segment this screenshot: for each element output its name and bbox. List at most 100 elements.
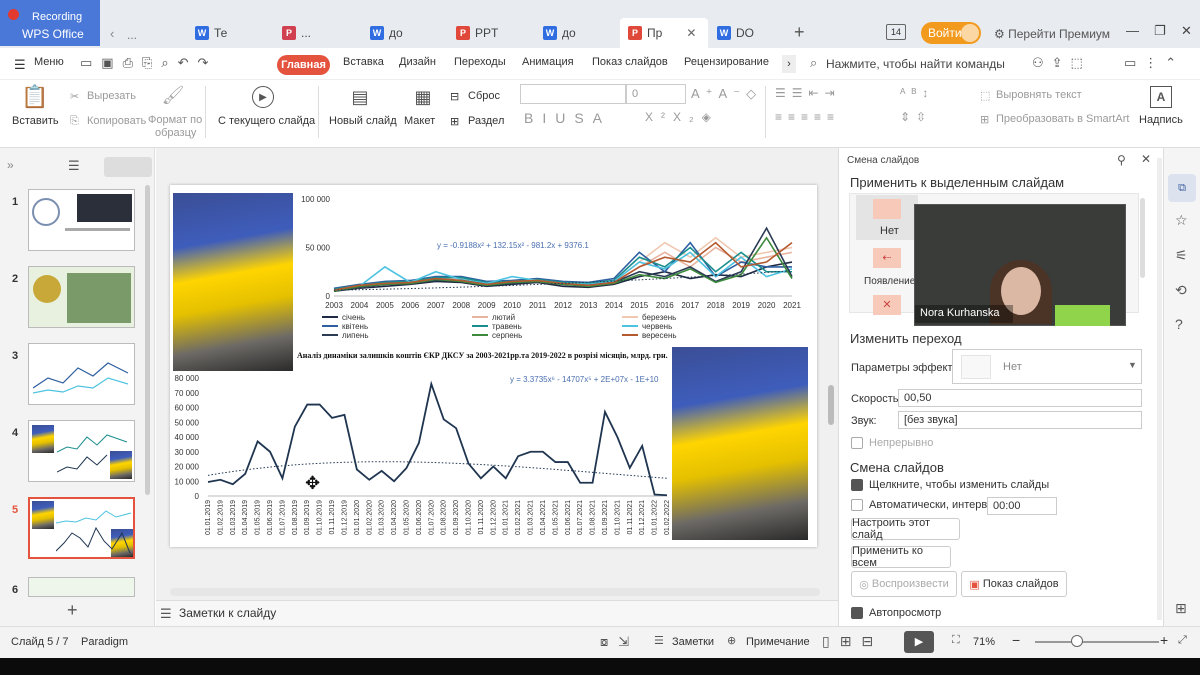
restore-icon[interactable]: ❐ bbox=[1154, 23, 1166, 39]
zoom-slider[interactable] bbox=[1035, 641, 1159, 643]
smartart-button[interactable]: Преобразовать в SmartArt bbox=[996, 113, 1129, 125]
menu-button[interactable]: Меню bbox=[34, 56, 64, 68]
tab-design[interactable]: Дизайн bbox=[399, 56, 436, 68]
pin-icon[interactable]: ⚲ bbox=[1117, 153, 1126, 167]
outline-view-icon[interactable]: ☰ bbox=[68, 158, 80, 174]
animation-icon[interactable]: ☆ bbox=[1175, 212, 1188, 229]
apply-all-button[interactable]: Применить ко всем bbox=[851, 545, 951, 569]
slide-thumbnail[interactable] bbox=[28, 266, 135, 328]
autopreview-checkbox[interactable]: Автопросмотр bbox=[851, 607, 941, 619]
canvas-scrollbar[interactable] bbox=[828, 385, 834, 425]
auto-advance-checkbox[interactable]: Автоматически, интервал: bbox=[851, 499, 1003, 511]
fullscreen-icon[interactable]: ⤢ bbox=[1178, 634, 1187, 647]
reset-button[interactable]: Сброс bbox=[468, 90, 500, 102]
monthly-balances-chart[interactable]: 80 000 70 000 60 000 50 000 40 000 30 000 20 0… bbox=[170, 368, 672, 546]
list-icons[interactable]: ☰☰⇤⇥ bbox=[775, 86, 841, 100]
flag-photo-right[interactable] bbox=[672, 347, 808, 540]
tab-animation[interactable]: Анимация bbox=[522, 56, 574, 68]
notes-bar[interactable]: ☰ Заметки к слайду bbox=[156, 600, 838, 626]
add-slide-icon[interactable]: + bbox=[67, 600, 78, 621]
share-icons[interactable]: ⚇⇪⬚ bbox=[1032, 55, 1091, 71]
view-toggle-icons[interactable]: ⧇⇲ bbox=[600, 634, 639, 650]
section-button[interactable]: Раздел bbox=[468, 115, 504, 127]
from-current-slide-button[interactable]: С текущего слайда bbox=[218, 115, 315, 127]
interval-input[interactable]: 00:00 bbox=[987, 497, 1057, 515]
copy-button[interactable]: Копировать bbox=[87, 115, 146, 127]
configure-slide-button[interactable]: Настроить этот слайд bbox=[851, 517, 960, 541]
tab-insert[interactable]: Вставка bbox=[343, 56, 384, 68]
font-family-select[interactable] bbox=[520, 84, 626, 104]
script-icons[interactable]: X²X₂◈ bbox=[645, 110, 719, 124]
transition-icon[interactable]: ⧉ bbox=[1168, 174, 1196, 202]
zoom-level[interactable]: 71% bbox=[973, 636, 995, 648]
slideshow-button[interactable]: ▣ Показ слайдов bbox=[961, 571, 1067, 597]
annual-balances-chart[interactable]: 100 000 50 000 02003 2004 2005 2006 2007 2008 20… bbox=[292, 191, 804, 346]
align-text-button[interactable]: Выровнять текст bbox=[996, 89, 1082, 101]
doc-tab[interactable]: Wдо bbox=[370, 18, 403, 48]
loop-checkbox[interactable]: Непрерывно bbox=[851, 437, 933, 449]
panel-scrollbar[interactable] bbox=[1157, 158, 1162, 620]
tab-review[interactable]: Рецензирование bbox=[684, 56, 769, 68]
text-direction-icons[interactable]: ᴬᴮ↕ bbox=[900, 86, 934, 100]
settings-icon[interactable]: ⚟ bbox=[1175, 247, 1188, 264]
tab-slideshow[interactable]: Показ слайдов bbox=[592, 56, 668, 68]
play-slideshow-button[interactable]: ▶ bbox=[904, 631, 934, 653]
slide-thumbnail[interactable] bbox=[28, 343, 135, 405]
doc-tab[interactable]: P... bbox=[282, 18, 311, 48]
tab-home[interactable]: Главная bbox=[277, 55, 330, 75]
comment-button[interactable]: Примечание bbox=[746, 636, 810, 648]
new-tab-icon[interactable]: + bbox=[794, 22, 805, 43]
spacing-icons[interactable]: ⇕⇳ bbox=[900, 110, 932, 124]
doc-tab[interactable]: W DO bbox=[717, 18, 754, 48]
current-slide[interactable]: 100 000 50 000 0 2003 2004 2005 2006 2007 2008 20… bbox=[170, 185, 817, 547]
slide-thumbnail[interactable] bbox=[28, 577, 135, 597]
new-slide-button[interactable]: Новый слайд bbox=[329, 115, 397, 127]
premium-link[interactable]: ⚙ Перейти Премиум bbox=[994, 27, 1110, 41]
history-icon[interactable]: ⟲ bbox=[1175, 282, 1187, 299]
zoom-slider-thumb[interactable] bbox=[1071, 635, 1083, 647]
chevron-right-icon[interactable]: › bbox=[782, 55, 796, 73]
cut-button[interactable]: Вырезать bbox=[87, 90, 136, 102]
doc-tab[interactable]: Wдо bbox=[543, 18, 576, 48]
tab-transitions[interactable]: Переходы bbox=[454, 56, 506, 68]
zoom-out-icon[interactable]: − bbox=[1012, 632, 1020, 648]
doc-tab[interactable]: W Те bbox=[195, 18, 227, 48]
text-format-icons[interactable]: BIUSA bbox=[524, 110, 611, 126]
thumbnails-scrollbar[interactable] bbox=[145, 185, 150, 495]
chevron-left-icon[interactable]: ‹ bbox=[110, 26, 114, 41]
slide-thumbnail[interactable] bbox=[28, 189, 135, 251]
more-icons[interactable]: ▭⋮⌃ bbox=[1124, 55, 1184, 71]
effect-params-select[interactable]: Нет ▼ bbox=[952, 349, 1142, 384]
effect-none[interactable]: Нет bbox=[856, 195, 918, 240]
doc-tab[interactable]: P PPT bbox=[456, 18, 498, 48]
doc-tab-active[interactable]: P Пр ✕ bbox=[620, 18, 708, 48]
hamburger-icon[interactable]: ☰ bbox=[14, 57, 26, 73]
sound-select[interactable]: [без звука] bbox=[898, 411, 1142, 429]
window-close-icon[interactable]: ✕ bbox=[1181, 23, 1192, 39]
clipboard-icon[interactable]: 📋 bbox=[21, 84, 48, 110]
thumbnail-view-icon[interactable] bbox=[104, 157, 152, 177]
panel-close-icon[interactable]: ✕ bbox=[1141, 152, 1151, 166]
help-icon[interactable]: ? bbox=[1175, 316, 1183, 332]
grid-icon[interactable]: ⊞ bbox=[1175, 600, 1187, 617]
on-click-checkbox[interactable]: Щелкните, чтобы изменить слайды bbox=[851, 479, 1049, 491]
effect-appear-thumb[interactable]: ⇠ bbox=[873, 248, 901, 268]
view-mode-icons[interactable]: ▯⊞⊟ bbox=[822, 633, 883, 650]
collapse-icon[interactable]: » bbox=[7, 158, 14, 172]
layout-button[interactable]: Макет bbox=[404, 115, 435, 127]
font-size-select[interactable]: 0 bbox=[626, 84, 686, 104]
text-box-button[interactable]: Надпись bbox=[1139, 114, 1183, 126]
panel-header[interactable]: Смена слайдов bbox=[847, 155, 919, 166]
gallery-scrollbar[interactable] bbox=[1140, 198, 1145, 278]
close-icon[interactable]: ✕ bbox=[686, 26, 696, 40]
minimize-icon[interactable]: — bbox=[1126, 23, 1139, 38]
slide-thumbnail[interactable] bbox=[28, 420, 135, 482]
calendar-icon[interactable]: 14 bbox=[886, 24, 906, 40]
app-logo-area[interactable]: Recording WPS Office bbox=[0, 0, 100, 46]
align-icons[interactable]: ≡≡≡≡≡ bbox=[775, 110, 840, 124]
notes-toggle-button[interactable]: Заметки bbox=[672, 636, 714, 648]
horizontal-scrollbar[interactable] bbox=[170, 588, 820, 596]
login-button[interactable]: Войти bbox=[921, 22, 981, 44]
font-size-icons[interactable]: A⁺A⁻◇ bbox=[691, 86, 762, 102]
flag-photo-left[interactable] bbox=[173, 193, 293, 371]
